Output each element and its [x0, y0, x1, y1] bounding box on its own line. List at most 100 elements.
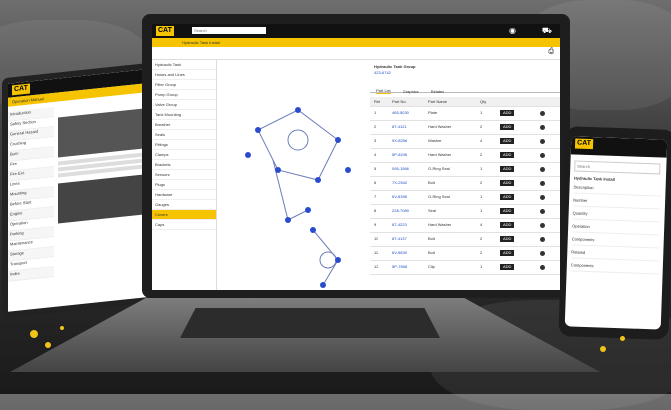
- sidebar-item[interactable]: Sensors: [152, 170, 216, 180]
- laptop-lid: CAT ◉ ⛟ Hydraulic Tank Install ⎙ Hydraul…: [142, 14, 570, 298]
- print-icon[interactable]: ⎙: [548, 48, 554, 56]
- add-button[interactable]: ADD: [500, 222, 515, 228]
- add-button[interactable]: ADD: [500, 264, 515, 270]
- table-row[interactable]: 11 6V-5839 Bolt 2 ADD: [370, 247, 560, 261]
- sidebar-item[interactable]: Gauges: [152, 200, 216, 210]
- cell-qty: 1: [480, 110, 483, 115]
- info-icon[interactable]: [540, 251, 545, 256]
- phone-list-item[interactable]: Number: [572, 197, 662, 210]
- parts-diagram[interactable]: [218, 60, 368, 290]
- callout-marker[interactable]: [345, 167, 351, 173]
- cell-qty: 2: [480, 152, 483, 157]
- sidebar-item[interactable]: Hoses and Lines: [152, 70, 216, 80]
- callout-marker[interactable]: [285, 217, 291, 223]
- info-icon[interactable]: [540, 265, 545, 270]
- phone-list-item[interactable]: Related: [571, 249, 660, 262]
- callout-marker[interactable]: [255, 127, 261, 133]
- cell-name: Hard Washer: [428, 222, 452, 227]
- sidebar-item[interactable]: Pump Group: [152, 90, 216, 100]
- callout-marker[interactable]: [275, 167, 281, 173]
- add-button[interactable]: ADD: [500, 124, 515, 130]
- phone-list-item[interactable]: Components: [571, 236, 660, 249]
- table-row[interactable]: 2 8T-4121 Hard Washer 2 ADD: [370, 121, 560, 135]
- search-input[interactable]: [192, 27, 266, 34]
- info-icon[interactable]: [540, 237, 545, 242]
- info-icon[interactable]: [540, 209, 545, 214]
- sidebar-item[interactable]: Seals: [152, 130, 216, 140]
- cell-part: 8T-4137: [392, 236, 407, 241]
- add-button[interactable]: ADD: [500, 152, 515, 158]
- globe-icon[interactable]: ◉: [509, 26, 516, 35]
- callout-marker[interactable]: [335, 137, 341, 143]
- cell-ref: 2: [374, 124, 377, 129]
- sidebar-item[interactable]: Hardware: [152, 190, 216, 200]
- add-button[interactable]: ADD: [500, 138, 515, 144]
- info-icon[interactable]: [540, 153, 545, 158]
- sidebar-item[interactable]: Brackets: [152, 160, 216, 170]
- table-row[interactable]: 4 5P-8245 Hard Washer 2 ADD: [370, 149, 560, 163]
- app-header: CAT ◉ ⛟: [152, 24, 560, 38]
- table-row[interactable]: 8 228-7089 Seal 1 ADD: [370, 205, 560, 219]
- cell-name: Seal: [428, 208, 437, 213]
- page-title: Hydraulic Tank Install: [182, 40, 220, 45]
- callout-marker[interactable]: [335, 257, 341, 263]
- table-row[interactable]: 1 465-5030 Plate 1 ADD: [370, 107, 560, 121]
- callout-marker[interactable]: [315, 177, 321, 183]
- sidebar-item[interactable]: Plugs: [152, 180, 216, 190]
- tab[interactable]: Graphics: [403, 89, 419, 94]
- callout-marker[interactable]: [320, 282, 326, 288]
- sidebar-item[interactable]: Caps: [152, 220, 216, 230]
- sidebar-item[interactable]: Clamps: [152, 150, 216, 160]
- sidebar-item[interactable]: Valve Group: [152, 100, 216, 110]
- table-row[interactable]: 9 8T-4223 Hard Washer 4 ADD: [370, 219, 560, 233]
- add-button[interactable]: ADD: [500, 208, 515, 214]
- part-number[interactable]: 423-6742: [374, 70, 556, 75]
- phone-list-item[interactable]: Operation: [571, 223, 661, 236]
- cell-ref: 3: [374, 138, 377, 143]
- add-button[interactable]: ADD: [500, 194, 515, 200]
- table-row[interactable]: 5 095-1566 O-Ring Seal 1 ADD: [370, 163, 560, 177]
- add-button[interactable]: ADD: [500, 110, 515, 116]
- callout-marker[interactable]: [245, 152, 251, 158]
- add-button[interactable]: ADD: [500, 236, 515, 242]
- info-icon[interactable]: [540, 195, 545, 200]
- table-row[interactable]: 6 7X-2542 Bolt 2 ADD: [370, 177, 560, 191]
- add-button[interactable]: ADD: [500, 166, 515, 172]
- table-row[interactable]: 12 5P-7658 Clip 1 ADD: [370, 261, 560, 275]
- cat-logo: CAT: [12, 83, 30, 96]
- sidebar-item[interactable]: Tank Mounting: [152, 110, 216, 120]
- callout-marker[interactable]: [295, 107, 301, 113]
- phone-search-input[interactable]: [574, 160, 661, 175]
- add-button[interactable]: ADD: [500, 180, 515, 186]
- sidebar-item[interactable]: Breather: [152, 120, 216, 130]
- cell-qty: 1: [480, 194, 483, 199]
- sidebar-item[interactable]: Fittings: [152, 140, 216, 150]
- tab[interactable]: Related: [431, 89, 445, 94]
- cell-name: Hard Washer: [428, 152, 452, 157]
- phone-list-item[interactable]: Components: [570, 262, 659, 275]
- cell-qty: 2: [480, 250, 483, 255]
- table-row[interactable]: 7 6V-8398 O-Ring Seal 1 ADD: [370, 191, 560, 205]
- sidebar-item[interactable]: Filter Group: [152, 80, 216, 90]
- phone-list-item[interactable]: Quantity: [572, 210, 661, 223]
- sidebar-item[interactable]: Hydraulic Tank: [152, 60, 216, 70]
- callout-marker[interactable]: [305, 207, 311, 213]
- phone-list-item[interactable]: Description: [573, 184, 662, 197]
- cart-icon[interactable]: ⛟: [542, 26, 552, 35]
- callout-marker[interactable]: [310, 227, 316, 233]
- cell-part: 8T-4223: [392, 222, 407, 227]
- table-row[interactable]: 3 9X-8256 Washer 4 ADD: [370, 135, 560, 149]
- add-button[interactable]: ADD: [500, 250, 515, 256]
- tab[interactable]: Part List: [376, 88, 391, 94]
- info-icon[interactable]: [540, 111, 545, 116]
- sidebar-item[interactable]: Covers: [152, 210, 216, 220]
- cell-part: 5P-8245: [392, 152, 408, 157]
- info-icon[interactable]: [540, 125, 545, 130]
- info-icon[interactable]: [540, 181, 545, 186]
- column-header: Part No.: [392, 99, 407, 104]
- table-row[interactable]: 10 8T-4137 Bolt 2 ADD: [370, 233, 560, 247]
- toolbar: ⎙: [152, 47, 560, 60]
- info-icon[interactable]: [540, 167, 545, 172]
- info-icon[interactable]: [540, 139, 545, 144]
- info-icon[interactable]: [540, 223, 545, 228]
